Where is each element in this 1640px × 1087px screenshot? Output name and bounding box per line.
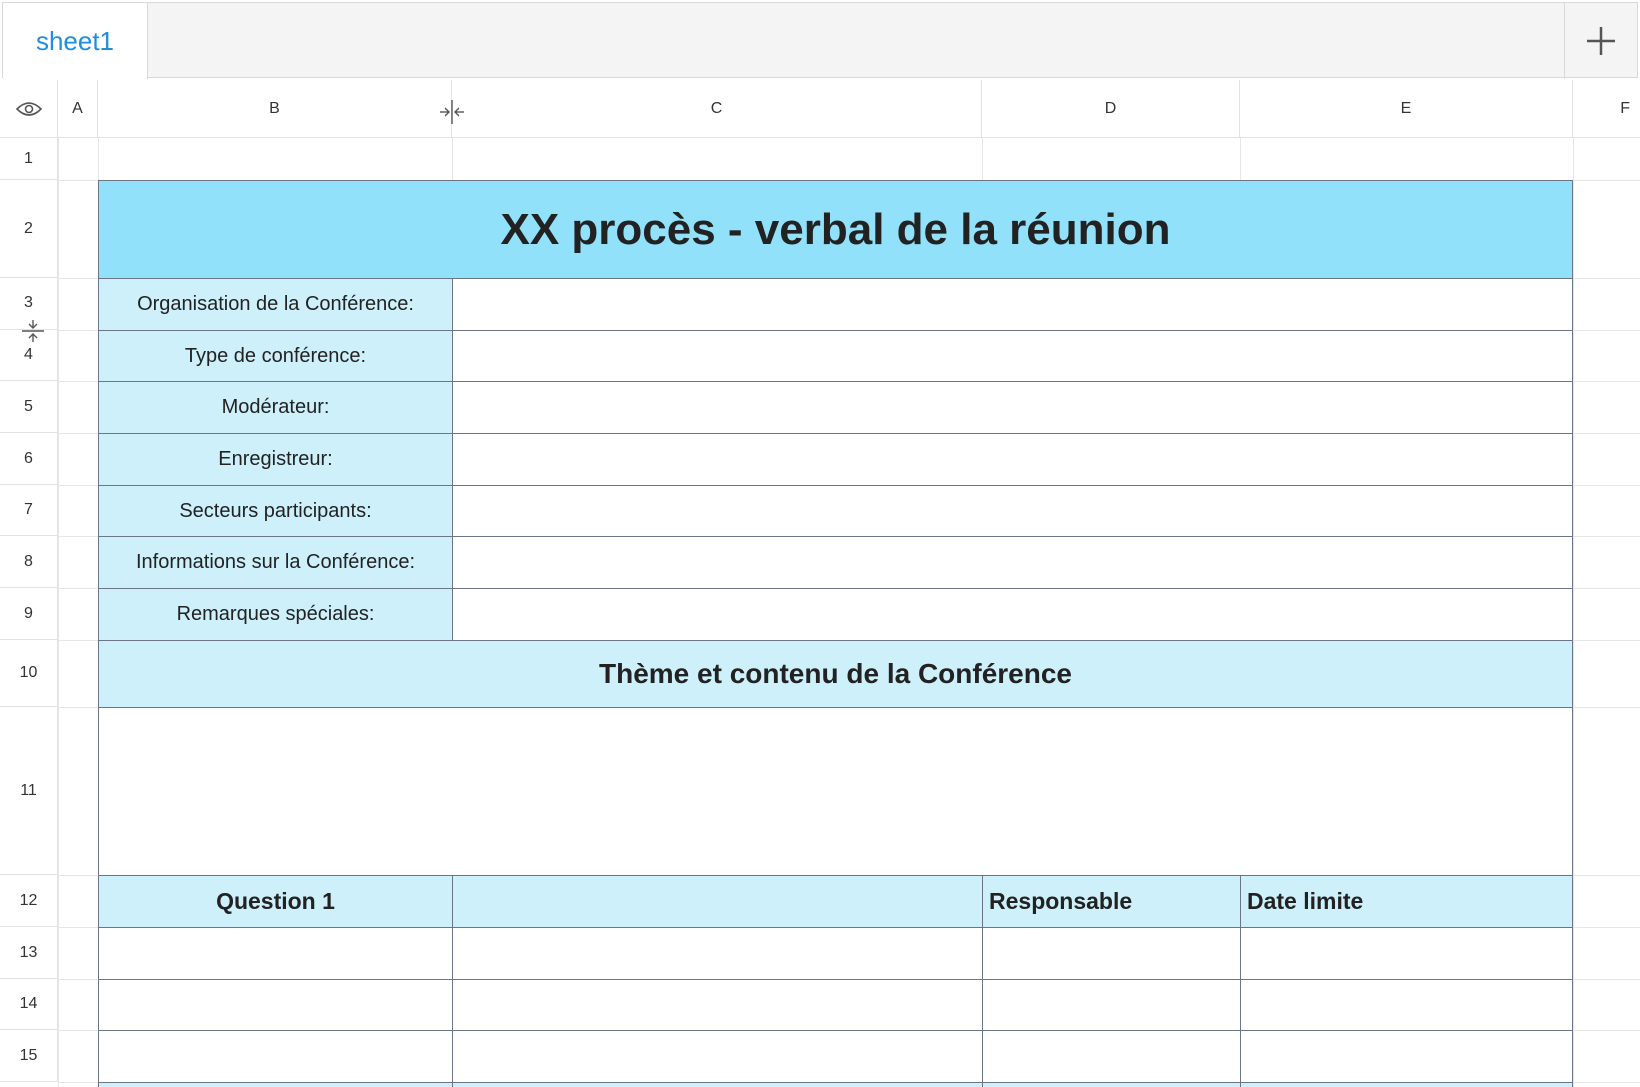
value-info[interactable] — [452, 536, 1573, 589]
table-cell[interactable] — [1240, 927, 1573, 980]
value-sectors[interactable] — [452, 485, 1573, 537]
tab-sheet1[interactable]: sheet1 — [3, 3, 148, 79]
table-cell[interactable] — [98, 1030, 453, 1083]
row-header-13[interactable]: 13 — [0, 927, 58, 979]
column-header-d[interactable]: D — [982, 80, 1240, 138]
table-cell[interactable] — [452, 1082, 983, 1087]
row-header-5[interactable]: 5 — [0, 381, 58, 433]
row-header-1[interactable]: 1 — [0, 138, 58, 180]
table-cell[interactable] — [452, 979, 983, 1031]
table-cell[interactable] — [98, 927, 453, 980]
eye-icon — [15, 101, 42, 116]
responsible-header-cell[interactable]: Responsable — [982, 875, 1241, 928]
table-cell[interactable] — [452, 927, 983, 980]
label-info[interactable]: Informations sur la Conférence: — [98, 536, 453, 589]
value-organisation[interactable] — [452, 278, 1573, 331]
label-sectors[interactable]: Secteurs participants: — [98, 485, 453, 537]
table-cell[interactable] — [982, 1030, 1241, 1083]
column-resize-icon[interactable] — [438, 98, 466, 126]
label-organisation[interactable]: Organisation de la Conférence: — [98, 278, 453, 331]
table-cell[interactable] — [982, 927, 1241, 980]
label-remarks[interactable]: Remarques spéciales: — [98, 588, 453, 641]
table-cell[interactable] — [452, 1030, 983, 1083]
question-detail-header-cell[interactable] — [452, 875, 983, 928]
table-cell[interactable] — [98, 979, 453, 1031]
value-recorder[interactable] — [452, 433, 1573, 486]
table-cell[interactable] — [98, 1082, 453, 1087]
row-header-2[interactable]: 2 — [0, 180, 58, 278]
row-header-15[interactable]: 15 — [0, 1030, 58, 1082]
deadline-header-cell[interactable]: Date limite — [1240, 875, 1573, 928]
label-type[interactable]: Type de conférence: — [98, 330, 453, 382]
column-header-b[interactable]: B — [98, 80, 452, 138]
row-header-8[interactable]: 8 — [0, 536, 58, 588]
table-cell[interactable] — [982, 979, 1241, 1031]
value-moderator[interactable] — [452, 381, 1573, 434]
table-cell[interactable] — [1240, 1030, 1573, 1083]
column-header-c[interactable]: C — [452, 80, 982, 138]
row-header-6[interactable]: 6 — [0, 433, 58, 485]
column-header-a[interactable]: A — [58, 80, 98, 138]
row-header-14[interactable]: 14 — [0, 979, 58, 1030]
table-cell[interactable] — [982, 1082, 1241, 1087]
content-cell[interactable] — [98, 707, 1573, 876]
section-title-cell[interactable]: Thème et contenu de la Conférence — [98, 640, 1573, 708]
value-type[interactable] — [452, 330, 1573, 382]
label-moderator[interactable]: Modérateur: — [98, 381, 453, 434]
row-header-10[interactable]: 10 — [0, 640, 58, 707]
row-resize-icon[interactable] — [20, 318, 46, 344]
column-header-f[interactable]: F — [1573, 80, 1640, 138]
row-header-7[interactable]: 7 — [0, 485, 58, 536]
meeting-title-cell[interactable]: XX procès - verbal de la réunion — [98, 180, 1573, 279]
row-header-12[interactable]: 12 — [0, 875, 58, 927]
select-all-corner[interactable] — [0, 80, 58, 138]
question-header-cell[interactable]: Question 1 — [98, 875, 453, 928]
column-header-e[interactable]: E — [1240, 80, 1573, 138]
plus-icon — [1587, 27, 1615, 55]
table-cell[interactable] — [1240, 1082, 1573, 1087]
value-remarks[interactable] — [452, 588, 1573, 641]
sheet-tab-bar: sheet1 — [2, 2, 1638, 79]
add-sheet-button[interactable] — [1564, 3, 1637, 79]
spreadsheet-grid: A B C D E F 1 2 3 4 5 6 7 8 9 10 11 12 1… — [0, 80, 1640, 1087]
row-header-9[interactable]: 9 — [0, 588, 58, 640]
label-recorder[interactable]: Enregistreur: — [98, 433, 453, 486]
row-header-11[interactable]: 11 — [0, 707, 58, 875]
table-cell[interactable] — [1240, 979, 1573, 1031]
